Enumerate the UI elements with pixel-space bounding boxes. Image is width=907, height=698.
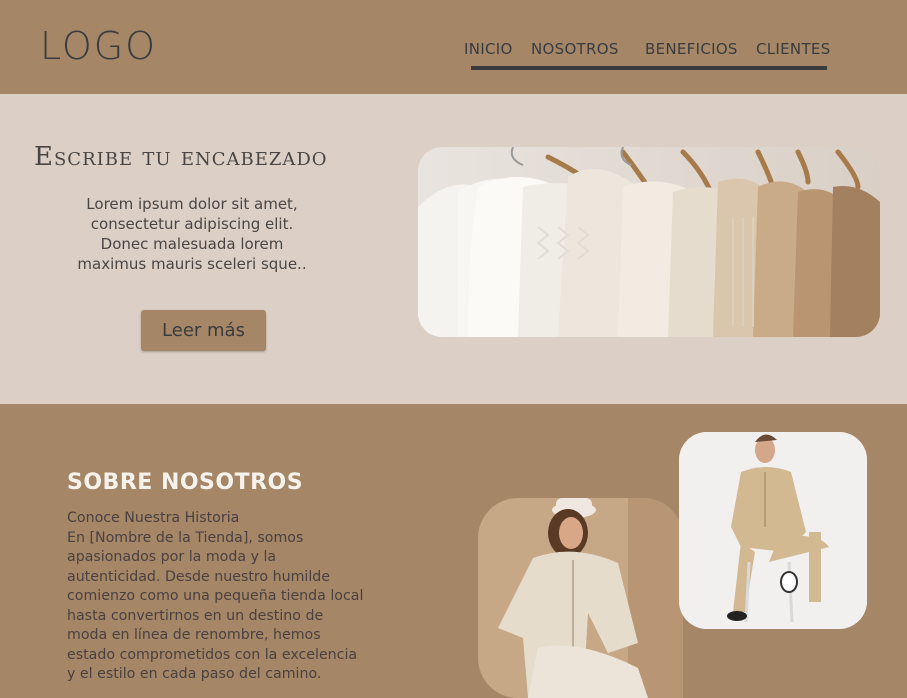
woman-model-illustration (478, 498, 683, 698)
hero-text-line: Donec malesuada lorem (100, 235, 284, 253)
hero-text-line: maximus mauris sceleri sque.. (77, 255, 307, 273)
hero-title: Escribe tu encabezado (34, 142, 328, 172)
hero-section: Escribe tu encabezado Lorem ipsum dolor … (0, 94, 907, 404)
read-more-button[interactable]: Leer más (141, 310, 266, 351)
hero-text-line: Lorem ipsum dolor sit amet, (86, 195, 298, 213)
nav-underline (471, 66, 827, 70)
site-header: LOGO INICIO NOSOTROS BENEFICIOS CLIENTES (0, 0, 907, 94)
logo[interactable]: LOGO (40, 24, 157, 68)
clothes-rack-illustration (418, 147, 880, 337)
man-model-illustration (679, 432, 867, 629)
hero-description: Lorem ipsum dolor sit amet, consectetur … (62, 194, 322, 274)
clothes-rack-image (418, 147, 880, 337)
about-title: SOBRE NOSOTROS (67, 470, 304, 495)
nav-item-clientes[interactable]: CLIENTES (756, 40, 831, 58)
about-text: Conoce Nuestra Historia En [Nombre de la… (67, 510, 364, 682)
nav-item-inicio[interactable]: INICIO (464, 40, 513, 58)
hero-text-line: consectetur adipiscing elit. (90, 215, 294, 233)
about-section: SOBRE NOSOTROS Conoce Nuestra Historia E… (0, 404, 907, 698)
woman-model-photo (478, 498, 683, 698)
man-model-photo (679, 432, 867, 629)
nav-item-beneficios[interactable]: BENEFICIOS (645, 40, 738, 58)
nav-item-nosotros[interactable]: NOSOTROS (531, 40, 619, 58)
